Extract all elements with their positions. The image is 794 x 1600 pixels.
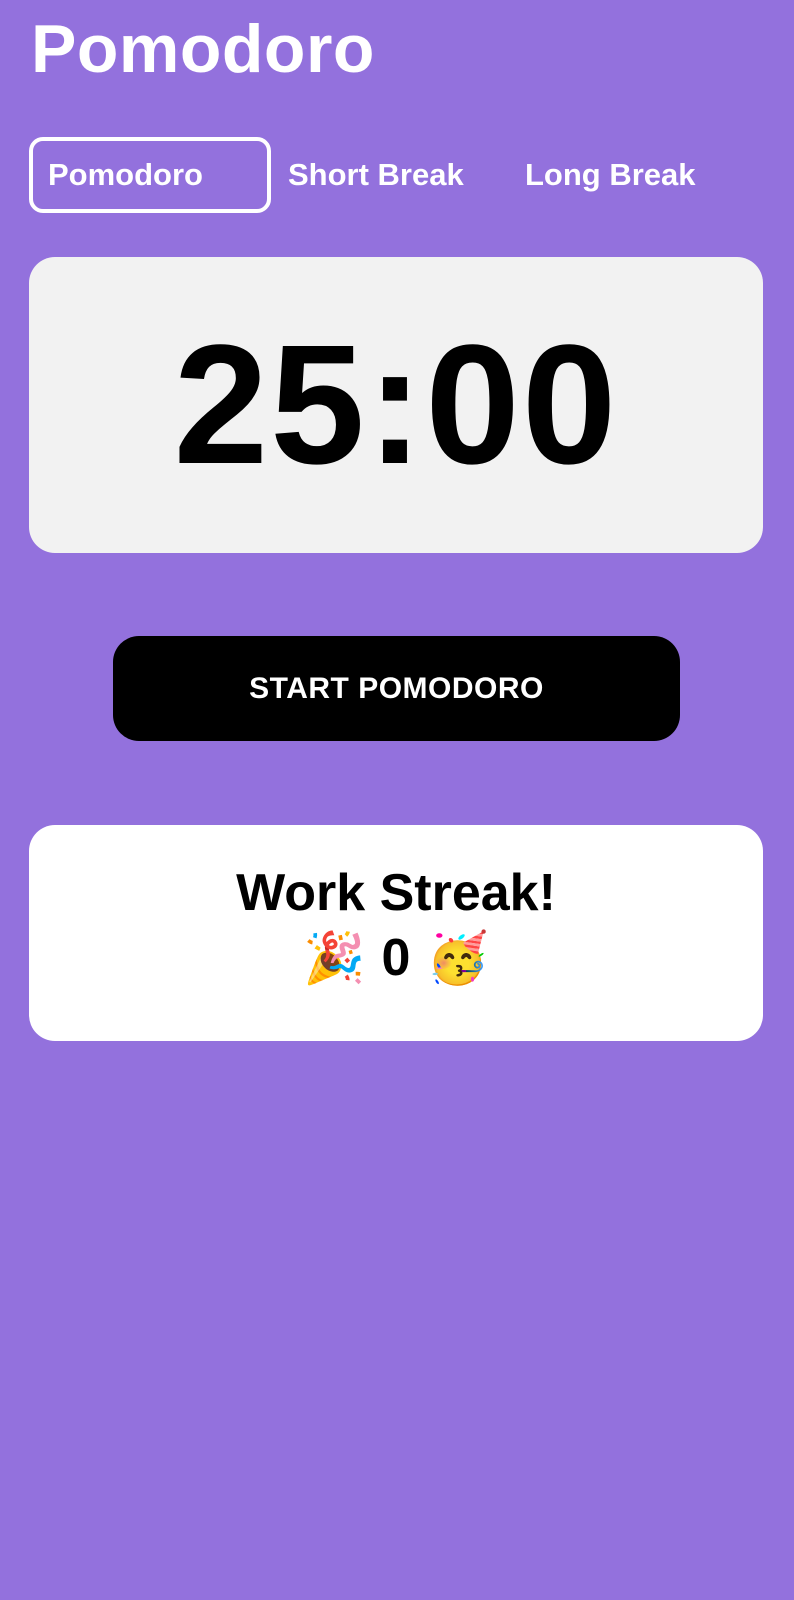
mode-tabs: Pomodoro Short Break Long Break (29, 137, 733, 213)
work-streak-card: Work Streak! 🎉 0 🥳 (29, 825, 763, 1041)
streak-row: 🎉 0 🥳 (29, 932, 763, 984)
tab-pomodoro[interactable]: Pomodoro (29, 137, 271, 213)
streak-title: Work Streak! (236, 864, 556, 922)
start-pomodoro-button[interactable]: START POMODORO (113, 636, 680, 741)
app-title: Pomodoro (31, 11, 375, 87)
tab-long-break[interactable]: Long Break (513, 137, 733, 213)
timer-display: 25:00 (173, 310, 619, 500)
partying-face-icon: 🥳 (426, 930, 489, 987)
tab-short-break[interactable]: Short Break (271, 137, 513, 213)
party-popper-icon: 🎉 (303, 930, 366, 987)
streak-count: 0 (381, 929, 411, 988)
timer-card: 25:00 (29, 257, 763, 553)
